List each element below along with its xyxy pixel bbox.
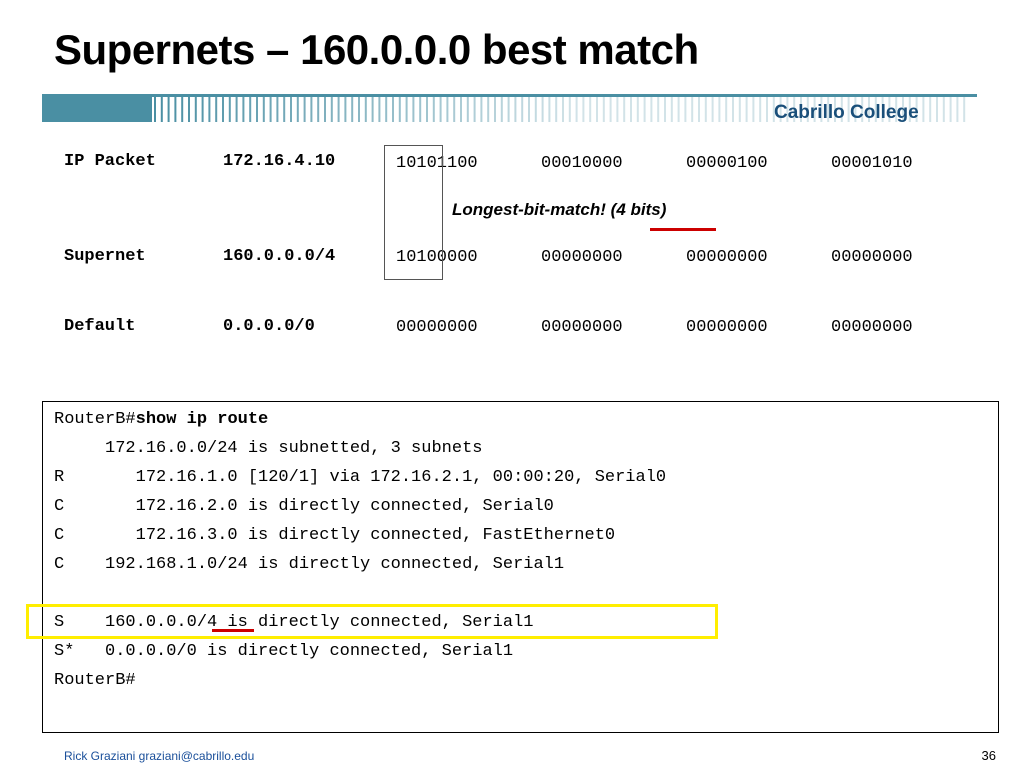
row-addr-ip-packet: 172.16.4.10	[223, 152, 336, 171]
terminal-line: S* 0.0.0.0/0 is directly connected, Seri…	[54, 642, 514, 661]
longest-match-annotation: Longest-bit-match! (4 bits)	[452, 200, 667, 219]
terminal-line: RouterB#	[54, 671, 136, 690]
row-addr-default: 0.0.0.0/0	[223, 317, 315, 336]
terminal-line: C 172.16.3.0 is directly connected, Fast…	[54, 526, 616, 545]
terminal-line: C 192.168.1.0/24 is directly connected, …	[54, 555, 565, 574]
terminal-line: C 172.16.2.0 is directly connected, Seri…	[54, 497, 554, 516]
bits-default-octet-3: 00000000	[686, 318, 768, 337]
bits-ip-packet-octet-2: 00010000	[541, 154, 623, 173]
bits-default-octet-1: 00000000	[396, 318, 478, 337]
row-label-default: Default	[64, 317, 136, 336]
row-label-supernet: Supernet	[64, 247, 146, 266]
page-number: 36	[981, 748, 996, 763]
bits-ip-packet-octet-4: 00001010	[831, 154, 913, 173]
route-highlight-box	[26, 604, 718, 639]
bits-supernet-octet-4: 00000000	[831, 248, 913, 267]
matching-bits-box	[384, 145, 443, 280]
terminal-prompt: RouterB#	[54, 410, 136, 429]
terminal-line: 172.16.0.0/24 is subnetted, 3 subnets	[54, 439, 483, 458]
brand-logo-text: Cabrillo College	[774, 102, 919, 123]
slide-title: Supernets – 160.0.0.0 best match	[54, 26, 699, 73]
bits-default-octet-4: 00000000	[831, 318, 913, 337]
bits-supernet-octet-2: 00000000	[541, 248, 623, 267]
bits-supernet-octet-3: 00000000	[686, 248, 768, 267]
router-terminal-output: RouterB#show ip route 172.16.0.0/24 is s…	[42, 401, 999, 733]
bits-default-octet-2: 00000000	[541, 318, 623, 337]
terminal-command-line: RouterB#show ip route	[54, 410, 268, 429]
footer-author: Rick Graziani graziani@cabrillo.edu	[64, 749, 255, 763]
terminal-command: show ip route	[135, 410, 269, 429]
row-label-ip-packet: IP Packet	[64, 152, 156, 171]
terminal-line: R 172.16.1.0 [120/1] via 172.16.2.1, 00:…	[54, 468, 667, 487]
bits-ip-packet-octet-3: 00000100	[686, 154, 768, 173]
row-addr-supernet: 160.0.0.0/4	[223, 247, 336, 266]
annotation-underline	[650, 228, 716, 231]
